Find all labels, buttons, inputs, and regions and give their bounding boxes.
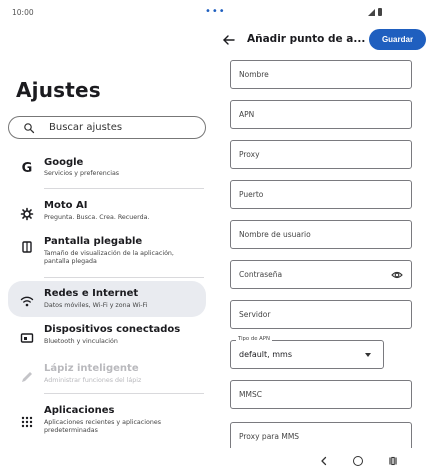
signal-icon [368,9,375,16]
add-apn-pane: Añadir punto de a... Guardar Nombre APN … [214,26,428,450]
settings-item-moto-ai[interactable]: Moto AI Pregunta. Busca. Crea. Recuerda. [8,198,206,228]
field-label: APN [239,110,255,119]
server-field[interactable]: Servidor [230,300,412,329]
search-input[interactable]: Buscar ajustes [8,116,206,139]
select-value: default, mms [239,350,292,359]
settings-item-subtitle: Administrar funciones del lápiz [44,377,142,384]
status-bar: 10:00 ••• [0,0,428,26]
settings-item-smart-pen: Lápiz inteligente Administrar funciones … [8,361,206,391]
settings-item-network[interactable]: Redes e Internet Datos móviles, Wi-Fi y … [8,281,206,317]
field-label: Servidor [239,310,271,319]
settings-pane: Ajustes Buscar ajustes G Google Servicio… [0,26,214,450]
settings-item-title: Pantalla plegable [44,236,143,247]
settings-item-subtitle: Aplicaciones recientes y aplicaciones pr… [44,419,161,434]
foldable-screen-icon [22,241,32,253]
apps-icon [21,416,33,428]
nav-recents-icon[interactable] [388,456,398,466]
mms-proxy-field[interactable]: Proxy para MMS [230,422,412,448]
settings-item-title: Aplicaciones [44,405,115,416]
settings-item-title: Dispositivos conectados [44,324,181,335]
wifi-icon [20,296,34,307]
page-title: Añadir punto de a... [247,33,366,45]
status-icons [368,8,388,17]
apn-type-select[interactable]: Tipo de APN default, mms [230,336,384,369]
mmsc-field[interactable]: MMSC [230,380,412,409]
field-label: Proxy para MMS [239,432,300,441]
settings-item-title: Redes e Internet [44,288,139,299]
apn-field[interactable]: APN [230,100,412,129]
divider [44,277,204,278]
settings-item-subtitle: Tamaño de visualización de la aplicación… [44,250,174,265]
port-field[interactable]: Puerto [230,180,412,209]
search-icon [24,123,35,134]
password-field[interactable]: Contraseña [230,260,412,289]
divider [44,393,204,394]
chevron-down-icon [365,353,371,357]
select-label: Tipo de APN [236,336,272,342]
settings-item-title: Moto AI [44,200,88,211]
page-title: Ajustes [16,78,101,102]
connected-devices-icon [20,333,34,343]
settings-item-subtitle: Servicios y preferencias [44,170,120,177]
status-dots: ••• [205,6,226,17]
name-field[interactable]: Nombre [230,60,412,89]
field-label: Contraseña [239,270,283,279]
google-icon: G [21,161,33,176]
field-label: Nombre [239,70,269,79]
nav-home-icon[interactable] [353,456,363,466]
settings-item-subtitle: Bluetooth y vinculación [44,338,118,345]
search-placeholder: Buscar ajustes [49,122,123,133]
settings-item-google[interactable]: G Google Servicios y preferencias [8,154,206,184]
settings-item-title: Google [44,157,84,168]
proxy-field[interactable]: Proxy [230,140,412,169]
field-label: Proxy [239,150,260,159]
back-arrow-icon[interactable] [222,34,236,46]
settings-item-subtitle: Pregunta. Busca. Crea. Recuerda. [44,214,150,221]
save-button[interactable]: Guardar [369,29,426,50]
field-label: Puerto [239,190,264,199]
settings-item-apps[interactable]: Aplicaciones Aplicaciones recientes y ap… [8,402,206,442]
field-label: Nombre de usuario [239,230,311,239]
settings-item-connected-devices[interactable]: Dispositivos conectados Bluetooth y vinc… [8,322,206,352]
status-time: 10:00 [12,8,34,17]
field-label: MMSC [239,390,262,399]
navigation-bar [0,450,428,476]
settings-item-title: Lápiz inteligente [44,363,139,374]
settings-item-subtitle: Datos móviles, Wi-Fi y zona Wi-Fi [44,302,148,309]
eye-icon[interactable] [391,269,403,281]
battery-icon [378,8,382,16]
settings-item-foldable-screen[interactable]: Pantalla plegable Tamaño de visualizació… [8,234,206,274]
pen-icon [22,372,32,382]
username-field[interactable]: Nombre de usuario [230,220,412,249]
divider [44,188,204,189]
moto-ai-icon [20,207,34,221]
nav-back-icon[interactable] [319,456,329,466]
